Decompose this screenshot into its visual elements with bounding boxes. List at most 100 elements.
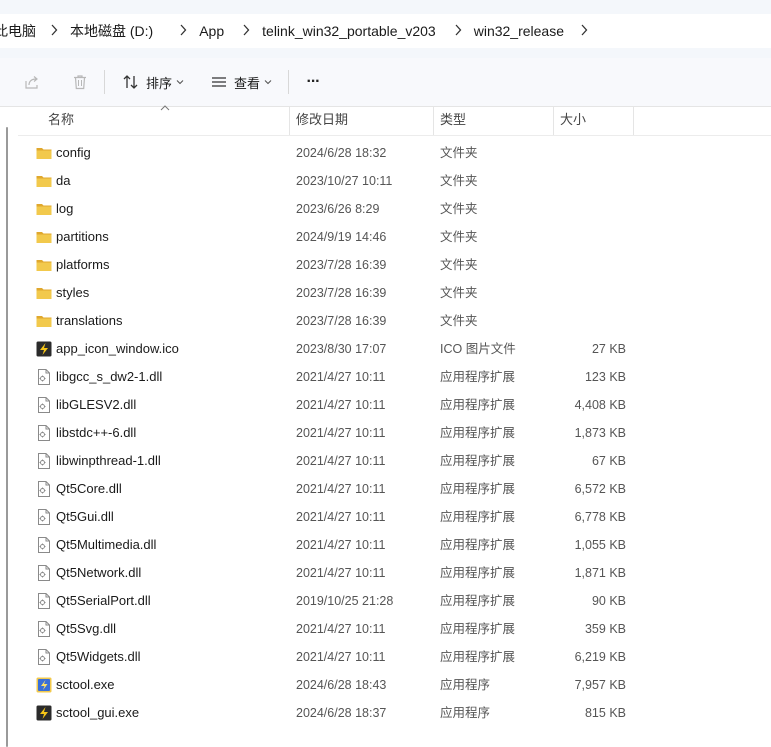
table-row[interactable]: app_icon_window.ico 2023/8/30 17:07 ICO 图片… bbox=[0, 335, 771, 363]
column-divider[interactable] bbox=[433, 107, 434, 135]
table-row[interactable]: libwinpthread-1.dll 2021/4/27 10:11 应用程序扩展… bbox=[0, 447, 771, 475]
table-row[interactable]: config 2024/6/28 18:32 文件夹 bbox=[0, 139, 771, 167]
table-row[interactable]: Qt5SerialPort.dll 2019/10/25 21:28 应用程序扩展 9… bbox=[0, 587, 771, 615]
table-row[interactable]: Qt5Multimedia.dll 2021/4/27 10:11 应用程序扩展 1,… bbox=[0, 531, 771, 559]
chevron-right-icon[interactable] bbox=[153, 24, 199, 39]
file-type: 文件夹 bbox=[440, 146, 478, 160]
toolbar-divider bbox=[288, 70, 289, 94]
crumb-this-pc[interactable]: 此电脑 bbox=[0, 21, 36, 41]
table-row[interactable]: Qt5Widgets.dll 2021/4/27 10:11 应用程序扩展 6,219… bbox=[0, 643, 771, 671]
file-type: 应用程序扩展 bbox=[440, 538, 516, 552]
column-header-size[interactable]: 大小 bbox=[560, 107, 586, 135]
dll-file-icon bbox=[36, 453, 52, 469]
table-row[interactable]: translations 2023/7/28 16:39 文件夹 bbox=[0, 307, 771, 335]
sort-icon bbox=[123, 75, 138, 89]
chevron-right-icon[interactable] bbox=[564, 24, 600, 39]
file-date: 2023/10/27 10:11 bbox=[296, 174, 393, 188]
column-header-type[interactable]: 类型 bbox=[440, 107, 466, 135]
crumb-label: win32_release bbox=[473, 23, 565, 39]
file-date: 2021/4/27 10:11 bbox=[296, 622, 386, 636]
chevron-right-icon[interactable] bbox=[436, 24, 474, 39]
file-size: 1,871 KB bbox=[574, 566, 626, 580]
file-name: platforms bbox=[56, 257, 110, 272]
column-header-row: 名称 修改日期 类型 大小 bbox=[18, 105, 771, 136]
column-divider[interactable] bbox=[553, 107, 554, 135]
crumb-drive-d[interactable]: 本地磁盘 (D:) bbox=[70, 21, 153, 41]
app-icon bbox=[36, 705, 52, 721]
file-name: libstdc++-6.dll bbox=[56, 425, 137, 440]
file-type: 文件夹 bbox=[440, 258, 478, 272]
table-row[interactable]: libstdc++-6.dll 2021/4/27 10:11 应用程序扩展 1,87… bbox=[0, 419, 771, 447]
file-date: 2021/4/27 10:11 bbox=[296, 398, 386, 412]
file-date: 2021/4/27 10:11 bbox=[296, 426, 386, 440]
table-row[interactable]: Qt5Network.dll 2021/4/27 10:11 应用程序扩展 1,871… bbox=[0, 559, 771, 587]
file-size: 4,408 KB bbox=[574, 398, 626, 412]
file-name: libGLESV2.dll bbox=[56, 397, 137, 412]
dll-file-icon bbox=[36, 621, 52, 637]
chevron-right-icon[interactable] bbox=[224, 24, 262, 39]
table-row[interactable]: partitions 2024/9/19 14:46 文件夹 bbox=[0, 223, 771, 251]
file-rows: config 2024/6/28 18:32 文件夹 da 2023/10/27 10:… bbox=[0, 139, 771, 727]
file-date: 2024/6/28 18:32 bbox=[296, 146, 387, 160]
file-date: 2023/8/30 17:07 bbox=[296, 342, 387, 356]
folder-icon bbox=[36, 313, 52, 329]
file-name: Qt5Gui.dll bbox=[56, 509, 114, 524]
table-row[interactable]: Qt5Core.dll 2021/4/27 10:11 应用程序扩展 6,572 KB bbox=[0, 475, 771, 503]
column-divider[interactable] bbox=[633, 107, 634, 135]
file-type: ICO 图片文件 bbox=[440, 342, 516, 356]
address-bar-area: 此电脑 本地磁盘 (D:) App telink_win32_portable_… bbox=[0, 0, 771, 58]
crumb-telink[interactable]: telink_win32_portable_v203 bbox=[262, 23, 436, 39]
table-row[interactable]: sctool_gui.exe 2024/6/28 18:37 应用程序 815 KB bbox=[0, 699, 771, 727]
file-name: sctool_gui.exe bbox=[56, 705, 140, 720]
chevron-down-icon bbox=[264, 80, 272, 85]
file-type: 文件夹 bbox=[440, 202, 478, 216]
file-type: 应用程序扩展 bbox=[440, 566, 516, 580]
file-date: 2024/6/28 18:37 bbox=[296, 706, 387, 720]
table-row[interactable]: da 2023/10/27 10:11 文件夹 bbox=[0, 167, 771, 195]
sort-label: 排序 bbox=[145, 75, 172, 91]
more-icon: ··· bbox=[306, 73, 321, 90]
table-row[interactable]: log 2023/6/26 8:29 文件夹 bbox=[0, 195, 771, 223]
delete-button[interactable] bbox=[66, 68, 94, 96]
file-size: 6,778 KB bbox=[574, 510, 626, 524]
file-name: Qt5Multimedia.dll bbox=[56, 537, 157, 552]
table-row[interactable]: Qt5Gui.dll 2021/4/27 10:11 应用程序扩展 6,778 KB bbox=[0, 503, 771, 531]
chevron-right-icon[interactable] bbox=[36, 24, 70, 39]
file-type: 应用程序扩展 bbox=[440, 370, 516, 384]
list-view-icon bbox=[211, 77, 226, 87]
file-date: 2021/4/27 10:11 bbox=[296, 370, 386, 384]
column-divider[interactable] bbox=[289, 107, 290, 135]
crumb-label: 本地磁盘 (D:) bbox=[70, 23, 154, 39]
dll-file-icon bbox=[36, 537, 52, 553]
table-row[interactable]: libgcc_s_dw2-1.dll 2021/4/27 10:11 应用程序扩展 1… bbox=[0, 363, 771, 391]
dll-file-icon bbox=[36, 397, 52, 413]
file-type: 应用程序扩展 bbox=[440, 594, 516, 608]
sort-button[interactable]: 排序 bbox=[118, 68, 188, 96]
file-size: 90 KB bbox=[591, 594, 626, 608]
table-row[interactable]: sctool.exe 2024/6/28 18:43 应用程序 7,957 KB bbox=[0, 671, 771, 699]
breadcrumb[interactable]: 此电脑 本地磁盘 (D:) App telink_win32_portable_… bbox=[0, 14, 771, 48]
column-header-name[interactable]: 名称 bbox=[48, 107, 74, 135]
file-size: 67 KB bbox=[591, 454, 626, 468]
share-button[interactable] bbox=[18, 68, 46, 96]
table-row[interactable]: platforms 2023/7/28 16:39 文件夹 bbox=[0, 251, 771, 279]
table-row[interactable]: styles 2023/7/28 16:39 文件夹 bbox=[0, 279, 771, 307]
crumb-win32-release[interactable]: win32_release bbox=[474, 23, 564, 39]
view-label: 查看 bbox=[233, 75, 260, 91]
more-options-button[interactable]: ··· bbox=[298, 68, 328, 96]
command-bar: 排序 查看 ··· bbox=[0, 58, 771, 107]
dll-file-icon bbox=[36, 425, 52, 441]
toolbar-divider bbox=[104, 70, 105, 94]
table-row[interactable]: libGLESV2.dll 2021/4/27 10:11 应用程序扩展 4,408 … bbox=[0, 391, 771, 419]
crumb-label: 此电脑 bbox=[0, 23, 36, 39]
file-date: 2024/6/28 18:43 bbox=[296, 678, 387, 692]
table-row[interactable]: Qt5Svg.dll 2021/4/27 10:11 应用程序扩展 359 KB bbox=[0, 615, 771, 643]
column-header-date[interactable]: 修改日期 bbox=[296, 107, 348, 135]
crumb-label: App bbox=[199, 23, 225, 39]
file-name: Qt5Svg.dll bbox=[56, 621, 116, 636]
file-type: 应用程序 bbox=[440, 706, 491, 720]
view-button[interactable]: 查看 bbox=[206, 68, 276, 96]
share-icon bbox=[25, 76, 38, 89]
file-type: 应用程序扩展 bbox=[440, 622, 516, 636]
crumb-app[interactable]: App bbox=[199, 23, 224, 39]
